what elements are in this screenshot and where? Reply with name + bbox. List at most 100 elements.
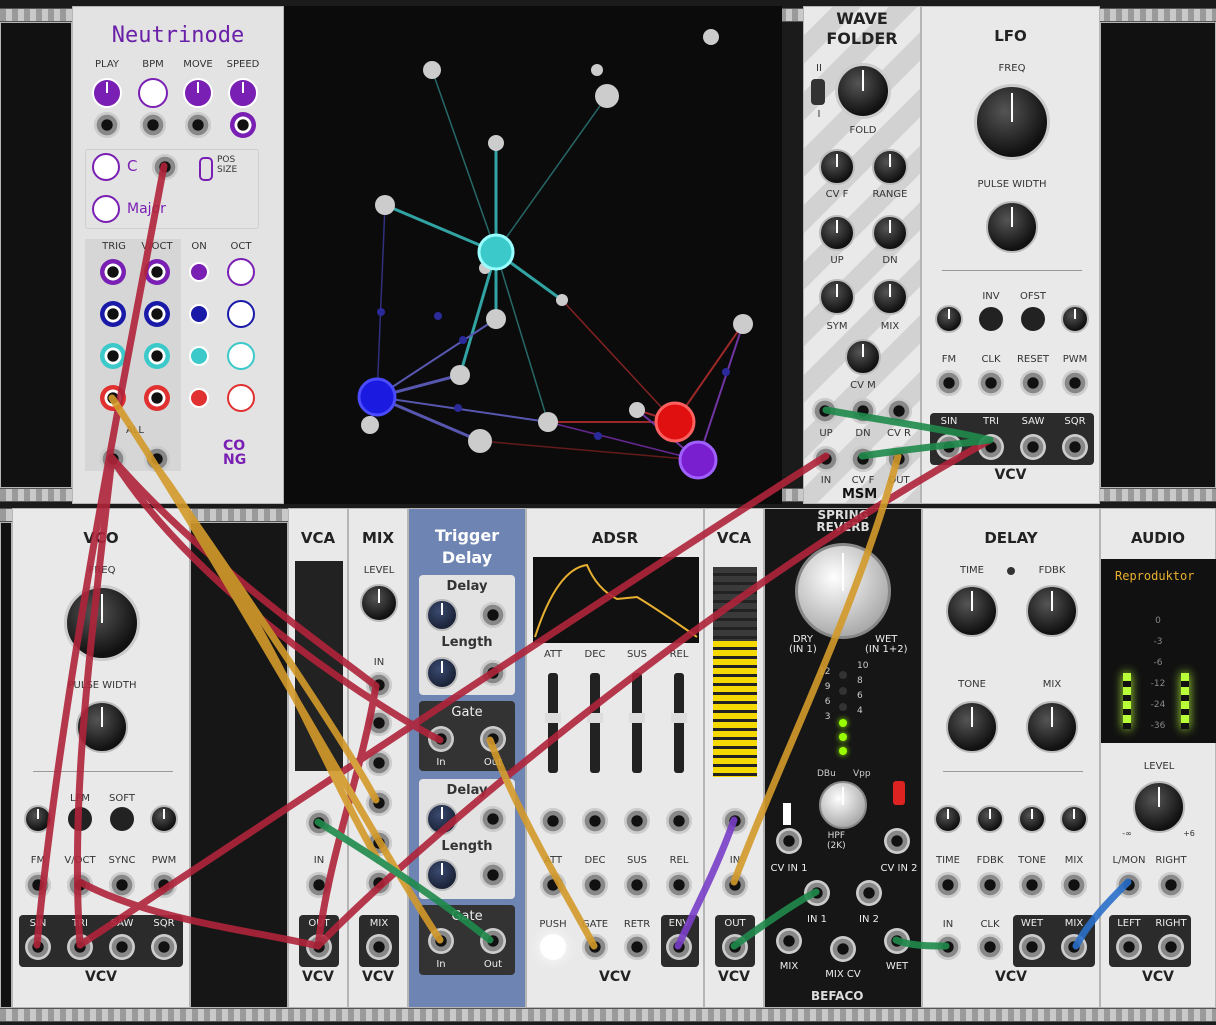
hpf-knob[interactable] <box>819 781 867 829</box>
delay-mix-cv[interactable] <box>1061 872 1087 898</box>
voct-out-2[interactable] <box>144 301 170 327</box>
vca-module-1[interactable]: VCA IN OUT VCV <box>288 508 348 1008</box>
td-delay-cv-1[interactable] <box>480 602 506 628</box>
delay-tone-cv[interactable] <box>1019 872 1045 898</box>
vco-voct-jack[interactable] <box>67 872 93 898</box>
soft-button[interactable] <box>110 807 134 831</box>
on-button-2[interactable] <box>189 304 209 324</box>
vca2-cv-jack[interactable] <box>722 808 748 834</box>
td-gate-out-1[interactable] <box>480 726 506 752</box>
sus-mod-jack[interactable] <box>624 872 650 898</box>
vco-module[interactable]: VCO FREQ PULSE WIDTH LFM SOFT FM V/OCT S… <box>12 508 190 1008</box>
adsr-gate-jack[interactable] <box>582 934 608 960</box>
rel-mod-jack[interactable] <box>666 872 692 898</box>
root-note-knob[interactable] <box>92 153 120 181</box>
vca-module-2[interactable]: VCA IN OUT VCV <box>704 508 764 1008</box>
spring-wet-out[interactable] <box>884 928 910 954</box>
move-jack[interactable] <box>185 112 211 138</box>
spring-cv-in-1[interactable] <box>776 828 802 854</box>
ofst-button[interactable] <box>1021 307 1045 331</box>
vco-tri-out[interactable] <box>67 934 93 960</box>
audio-left-out[interactable] <box>1116 934 1142 960</box>
vco-fm-jack[interactable] <box>25 872 51 898</box>
delay-clk-jack[interactable] <box>977 934 1003 960</box>
vco-pwm-jack[interactable] <box>151 872 177 898</box>
mix-module[interactable]: MIX LEVEL IN MIX VCV <box>348 508 408 1008</box>
mix-knob[interactable] <box>872 279 908 315</box>
delay-fdbk-cv[interactable] <box>977 872 1003 898</box>
audio-right-out[interactable] <box>1158 934 1184 960</box>
scale-knob[interactable] <box>92 195 120 223</box>
delay-module[interactable]: DELAY TIME FDBK TONE MIX TIME FDBK TONE … <box>922 508 1100 1008</box>
in-jack[interactable] <box>813 446 839 472</box>
trig-out-1[interactable] <box>100 259 126 285</box>
vca1-out-jack[interactable] <box>306 934 332 960</box>
time-knob[interactable] <box>946 585 998 637</box>
spring-in-2[interactable] <box>856 880 882 906</box>
play-button[interactable] <box>92 78 122 108</box>
tone-knob[interactable] <box>946 701 998 753</box>
pos-size-switch[interactable] <box>199 157 213 181</box>
adsr-env-out[interactable] <box>666 934 692 960</box>
voct-out-3[interactable] <box>144 343 170 369</box>
neutrinode-module[interactable]: Neutrinode PLAY BPM MOVE SPEED C POS SIZ… <box>72 6 284 504</box>
vco-pwm-atten[interactable] <box>150 805 178 833</box>
trig-out-4[interactable] <box>100 385 126 411</box>
dec-cv-jack[interactable] <box>582 808 608 834</box>
spring-reverb-module[interactable]: SPRING REVERB DRY (IN 1) WET (IN 1+2) 12… <box>764 508 922 1008</box>
lfo-reset-jack[interactable] <box>1020 370 1046 396</box>
cv-f-jack[interactable] <box>850 446 876 472</box>
delay-wet-out[interactable] <box>1019 934 1045 960</box>
mix-in-5[interactable] <box>366 830 392 856</box>
vco-pw-knob[interactable] <box>76 701 128 753</box>
trigger-delay-module[interactable]: Trigger Delay Delay Length Gate In Out D… <box>408 508 526 1008</box>
cv-m-knob[interactable] <box>845 339 881 375</box>
spring-mix-cv[interactable] <box>830 936 856 962</box>
voct-out-1[interactable] <box>144 259 170 285</box>
on-button-3[interactable] <box>189 346 209 366</box>
att-mod-jack[interactable] <box>540 872 566 898</box>
spring-in-1[interactable] <box>804 880 830 906</box>
vca1-cv-jack[interactable] <box>306 810 332 836</box>
vca1-in-jack[interactable] <box>306 872 332 898</box>
mix-in-4[interactable] <box>366 790 392 816</box>
td-gate-in-1[interactable] <box>428 726 454 752</box>
td-length-knob-2[interactable] <box>426 859 458 891</box>
out-jack[interactable] <box>886 446 912 472</box>
lfm-button[interactable] <box>68 807 92 831</box>
mix-atten[interactable] <box>1060 805 1088 833</box>
dry-wet-knob[interactable] <box>795 543 891 639</box>
mix-in-6[interactable] <box>366 870 392 896</box>
inv-button[interactable] <box>979 307 1003 331</box>
trig-out-3[interactable] <box>100 343 126 369</box>
push-button[interactable] <box>540 934 566 960</box>
adsr-module[interactable]: ADSR ATT DEC SUS REL ATT DEC SUS REL PUS… <box>526 508 704 1008</box>
spring-cv-in-2[interactable] <box>884 828 910 854</box>
neutrinode-display[interactable] <box>284 6 782 504</box>
mix-level-knob[interactable] <box>360 584 398 622</box>
lfo-sqr-out[interactable] <box>1062 434 1088 460</box>
vco-sqr-out[interactable] <box>151 934 177 960</box>
audio-left-in[interactable] <box>1116 872 1142 898</box>
play-jack[interactable] <box>94 112 120 138</box>
audio-module[interactable]: AUDIO Reproduktor 0 -3 -6 -12 -24 -36 LEVEL -… <box>1100 508 1216 1008</box>
rel-cv-jack[interactable] <box>666 808 692 834</box>
sus-cv-jack[interactable] <box>624 808 650 834</box>
td-gate-in-2[interactable] <box>428 928 454 954</box>
fdbk-knob[interactable] <box>1026 585 1078 637</box>
vco-sync-jack[interactable] <box>109 872 135 898</box>
fold-knob[interactable] <box>835 63 891 119</box>
range-knob[interactable] <box>872 149 908 185</box>
td-length-knob-1[interactable] <box>426 657 458 689</box>
mix-in-3[interactable] <box>366 750 392 776</box>
td-length-cv-2[interactable] <box>480 862 506 888</box>
delay-mix-knob[interactable] <box>1026 701 1078 753</box>
spring-mix-out[interactable] <box>776 928 802 954</box>
cv-r-jack[interactable] <box>886 398 912 424</box>
td-delay-knob-2[interactable] <box>426 803 458 835</box>
audio-level-knob[interactable] <box>1133 781 1185 833</box>
oct-knob-3[interactable] <box>227 342 255 370</box>
trig-out-2[interactable] <box>100 301 126 327</box>
lfo-tri-out[interactable] <box>978 434 1004 460</box>
delay-mix-out[interactable] <box>1061 934 1087 960</box>
